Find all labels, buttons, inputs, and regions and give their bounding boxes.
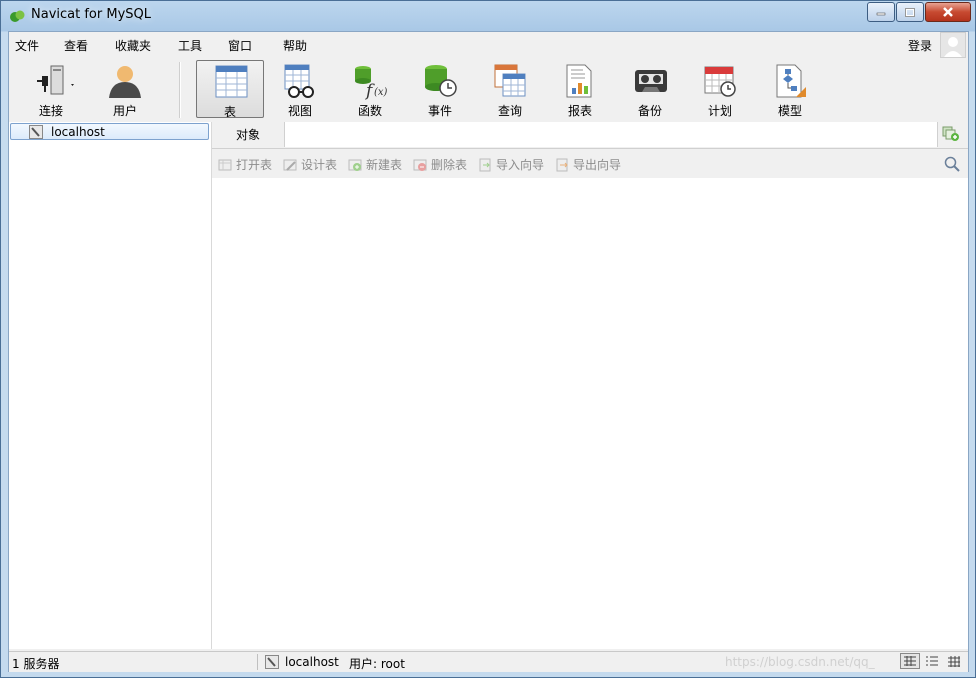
detail-view-button[interactable] <box>944 653 964 669</box>
function-fx-icon: f (x) <box>355 66 388 100</box>
menu-favorites[interactable]: 收藏夹 <box>115 37 151 54</box>
object-pane: 对象 打开表 设计表 新建表 删除表 导入向导 导出向导 <box>212 122 968 649</box>
design-table-icon <box>283 159 297 171</box>
menu-view[interactable]: 查看 <box>64 37 88 54</box>
navicat-logo-icon <box>10 10 25 22</box>
maximize-button[interactable] <box>896 2 924 22</box>
detail-view-icon <box>948 656 960 667</box>
status-user: 用户: root <box>349 657 405 671</box>
view-glasses-icon <box>284 64 314 98</box>
model-label: 模型 <box>777 104 802 118</box>
view-button[interactable]: 视图 <box>266 60 334 118</box>
backup-label: 备份 <box>637 104 662 118</box>
menu-help[interactable]: 帮助 <box>283 37 307 54</box>
export-wizard-label: 导出向导 <box>573 158 622 172</box>
design-table-label: 设计表 <box>301 158 338 172</box>
report-label: 报表 <box>567 104 592 118</box>
object-toolbar: 打开表 设计表 新建表 删除表 导入向导 导出向导 <box>212 149 968 178</box>
function-label: 函数 <box>357 104 382 118</box>
menu-tools[interactable]: 工具 <box>178 37 202 54</box>
login-link[interactable]: 登录 <box>908 37 932 54</box>
event-label: 事件 <box>427 104 452 118</box>
schedule-button[interactable]: 计划 <box>686 60 754 118</box>
table-label: 表 <box>223 105 236 119</box>
export-wizard-button[interactable]: 导出向导 <box>555 156 621 173</box>
user-button[interactable]: 用户 <box>91 60 159 118</box>
svg-text:(x): (x) <box>374 87 388 98</box>
main-toolbar: 连接 用户 表 视图 f (x) 函数 事件 查询 报表 备份 计划 模型 <box>9 56 968 122</box>
connection-tree: localhost <box>9 122 212 649</box>
connection-status-icon <box>265 655 279 669</box>
open-table-label: 打开表 <box>236 158 273 172</box>
backup-button[interactable]: 备份 <box>616 60 684 118</box>
table-button[interactable]: 表 <box>196 60 264 119</box>
query-button[interactable]: 查询 <box>476 60 544 118</box>
backup-tape-icon <box>635 70 667 92</box>
new-table-label: 新建表 <box>366 158 403 172</box>
view-label: 视图 <box>287 104 312 118</box>
delete-table-icon <box>413 159 427 171</box>
report-button[interactable]: 报表 <box>546 60 614 118</box>
window-title: Navicat for MySQL <box>31 7 151 22</box>
object-tab-area <box>284 122 938 147</box>
event-clock-icon <box>425 65 457 97</box>
object-tab-bar: 对象 <box>212 122 968 149</box>
query-icon <box>494 64 526 97</box>
status-connection: localhost <box>285 655 339 669</box>
import-wizard-button[interactable]: 导入向导 <box>478 156 544 173</box>
status-bar: 1 服务器 localhost 用户: root https://blog.cs… <box>9 651 968 672</box>
delete-table-label: 删除表 <box>431 158 468 172</box>
tree-item-localhost[interactable]: localhost <box>10 123 209 140</box>
export-icon <box>556 158 568 171</box>
event-button[interactable]: 事件 <box>406 60 474 118</box>
server-count: 1 服务器 <box>12 657 60 671</box>
open-table-icon <box>218 159 232 170</box>
connection-icon <box>29 125 43 139</box>
tree-item-label: localhost <box>51 125 105 139</box>
delete-table-button[interactable]: 删除表 <box>413 156 467 173</box>
user-icon <box>109 66 141 98</box>
open-table-button[interactable]: 打开表 <box>218 156 272 173</box>
search-icon[interactable] <box>944 156 960 172</box>
tab-objects[interactable]: 对象 <box>212 122 284 148</box>
list-view-icon <box>926 656 938 666</box>
watermark: https://blog.csdn.net/qq_ <box>725 655 875 669</box>
grid-view-icon <box>904 656 916 666</box>
status-separator <box>257 654 258 670</box>
menu-bar: 文件 查看 收藏夹 工具 窗口 帮助 登录 <box>9 32 968 58</box>
connect-button[interactable]: 连接 <box>17 60 85 118</box>
function-button[interactable]: f (x) 函数 <box>336 60 404 118</box>
list-view-button[interactable] <box>922 653 942 669</box>
avatar[interactable] <box>940 32 966 58</box>
app-window: Navicat for MySQL 文件 查看 收藏夹 工具 窗口 帮助 登录 <box>0 0 976 678</box>
user-label: 用户 <box>112 104 137 118</box>
new-table-button[interactable]: 新建表 <box>348 156 402 173</box>
toolbar-separator <box>179 62 181 118</box>
title-bar: Navicat for MySQL <box>1 1 975 31</box>
grid-view-button[interactable] <box>900 653 920 669</box>
import-icon <box>479 158 491 171</box>
connect-plug-icon <box>37 65 74 95</box>
model-diagram-icon <box>776 64 806 98</box>
import-wizard-label: 导入向导 <box>496 158 545 172</box>
client-area: 文件 查看 收藏夹 工具 窗口 帮助 登录 连接 用户 表 视图 f (x) 函… <box>8 31 969 672</box>
menu-file[interactable]: 文件 <box>15 37 39 54</box>
close-button[interactable] <box>925 2 971 22</box>
query-label: 查询 <box>497 104 522 118</box>
design-table-button[interactable]: 设计表 <box>283 156 337 173</box>
view-mode-switcher <box>898 653 964 669</box>
new-tab-icon[interactable] <box>942 126 960 142</box>
menu-window[interactable]: 窗口 <box>228 37 252 54</box>
new-table-icon <box>348 159 362 171</box>
report-icon <box>566 64 592 98</box>
schedule-calendar-icon <box>704 66 736 97</box>
connect-label: 连接 <box>38 104 63 118</box>
table-icon <box>215 65 248 98</box>
model-button[interactable]: 模型 <box>756 60 824 118</box>
minimize-button[interactable] <box>867 2 895 22</box>
user-silhouette-icon <box>944 37 962 57</box>
schedule-label: 计划 <box>707 104 732 118</box>
